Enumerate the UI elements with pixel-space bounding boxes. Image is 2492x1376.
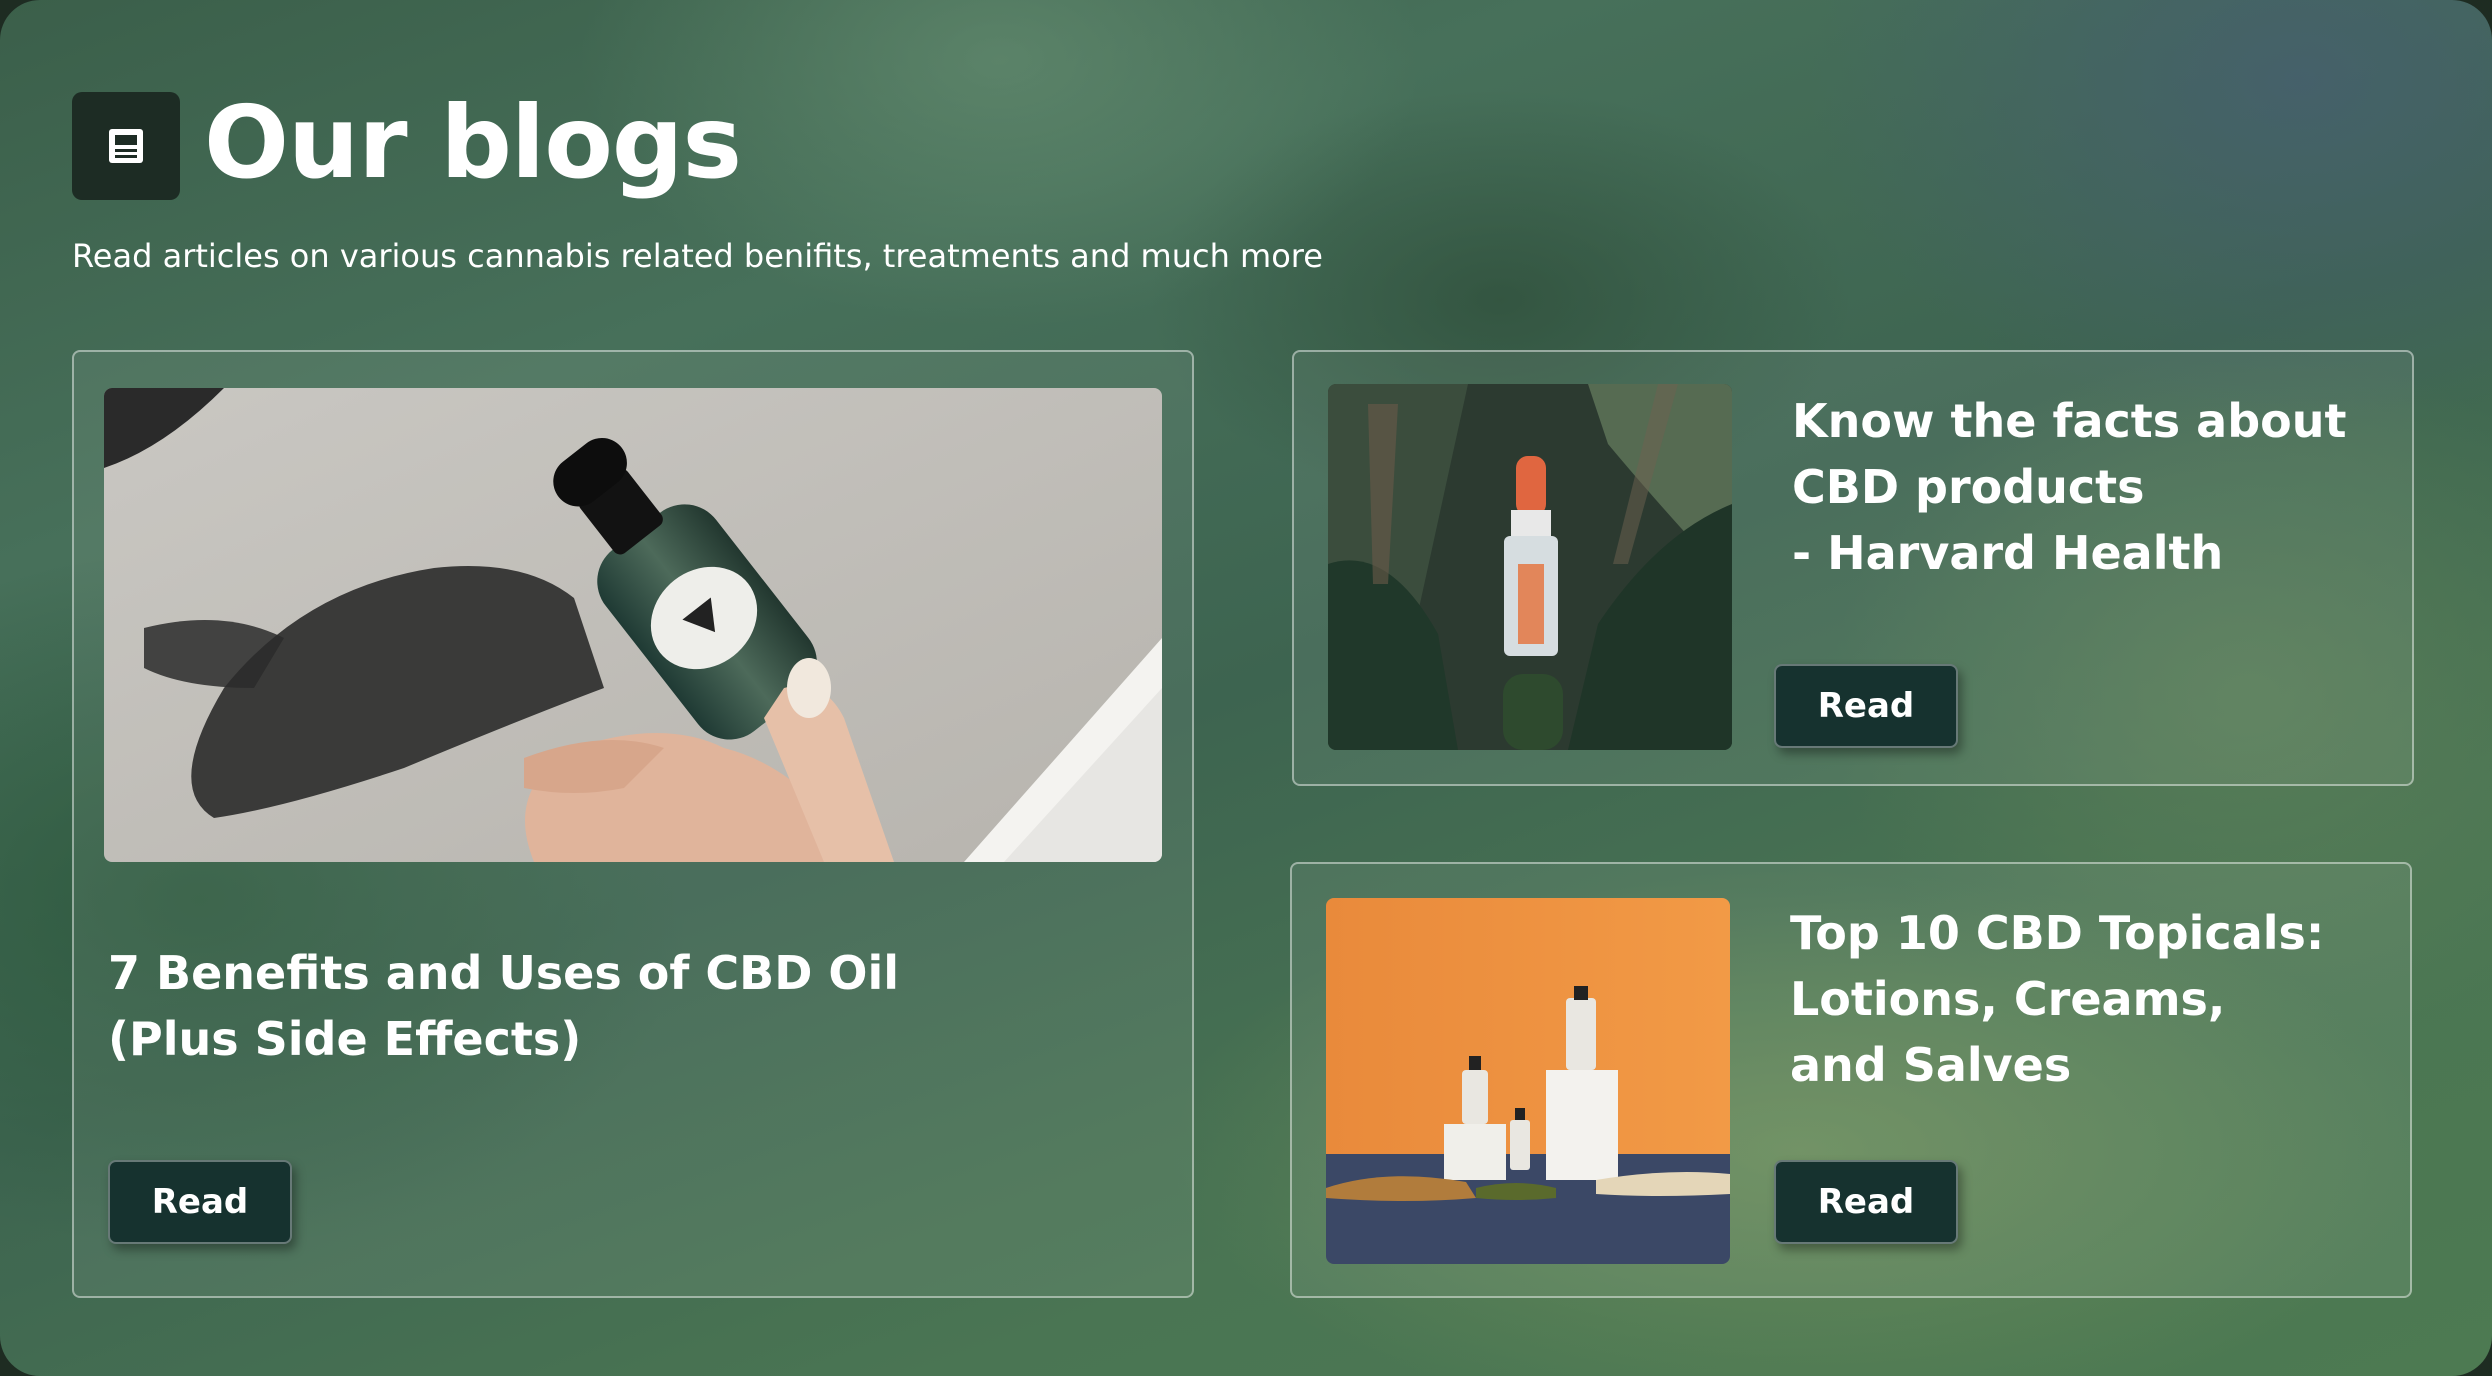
- page-subtitle: Read articles on various cannabis relate…: [72, 237, 1323, 275]
- page-title: Our blogs: [204, 84, 742, 201]
- blog-title[interactable]: 7 Benefits and Uses of CBD Oil (Plus Sid…: [108, 940, 899, 1072]
- blog-card-cbd-facts: Know the facts about CBD products - Harv…: [1292, 350, 2414, 786]
- blog-image-cbd-bottles[interactable]: [1326, 898, 1730, 1264]
- blog-image-cbd-oil-hand[interactable]: [104, 388, 1162, 862]
- read-button[interactable]: Read: [108, 1160, 292, 1244]
- blog-title[interactable]: Top 10 CBD Topicals: Lotions, Creams, an…: [1790, 900, 2324, 1098]
- blog-image-cbd-elixir[interactable]: [1328, 384, 1732, 750]
- document-icon: [72, 92, 180, 200]
- read-button[interactable]: Read: [1774, 1160, 1958, 1244]
- blog-title[interactable]: Know the facts about CBD products - Harv…: [1792, 388, 2346, 586]
- blog-card-cbd-topicals: Top 10 CBD Topicals: Lotions, Creams, an…: [1290, 862, 2412, 1298]
- blog-card-cbd-oil-benefits: 7 Benefits and Uses of CBD Oil (Plus Sid…: [72, 350, 1194, 1298]
- blogs-section: Our blogs Read articles on various canna…: [0, 0, 2492, 1376]
- read-button[interactable]: Read: [1774, 664, 1958, 748]
